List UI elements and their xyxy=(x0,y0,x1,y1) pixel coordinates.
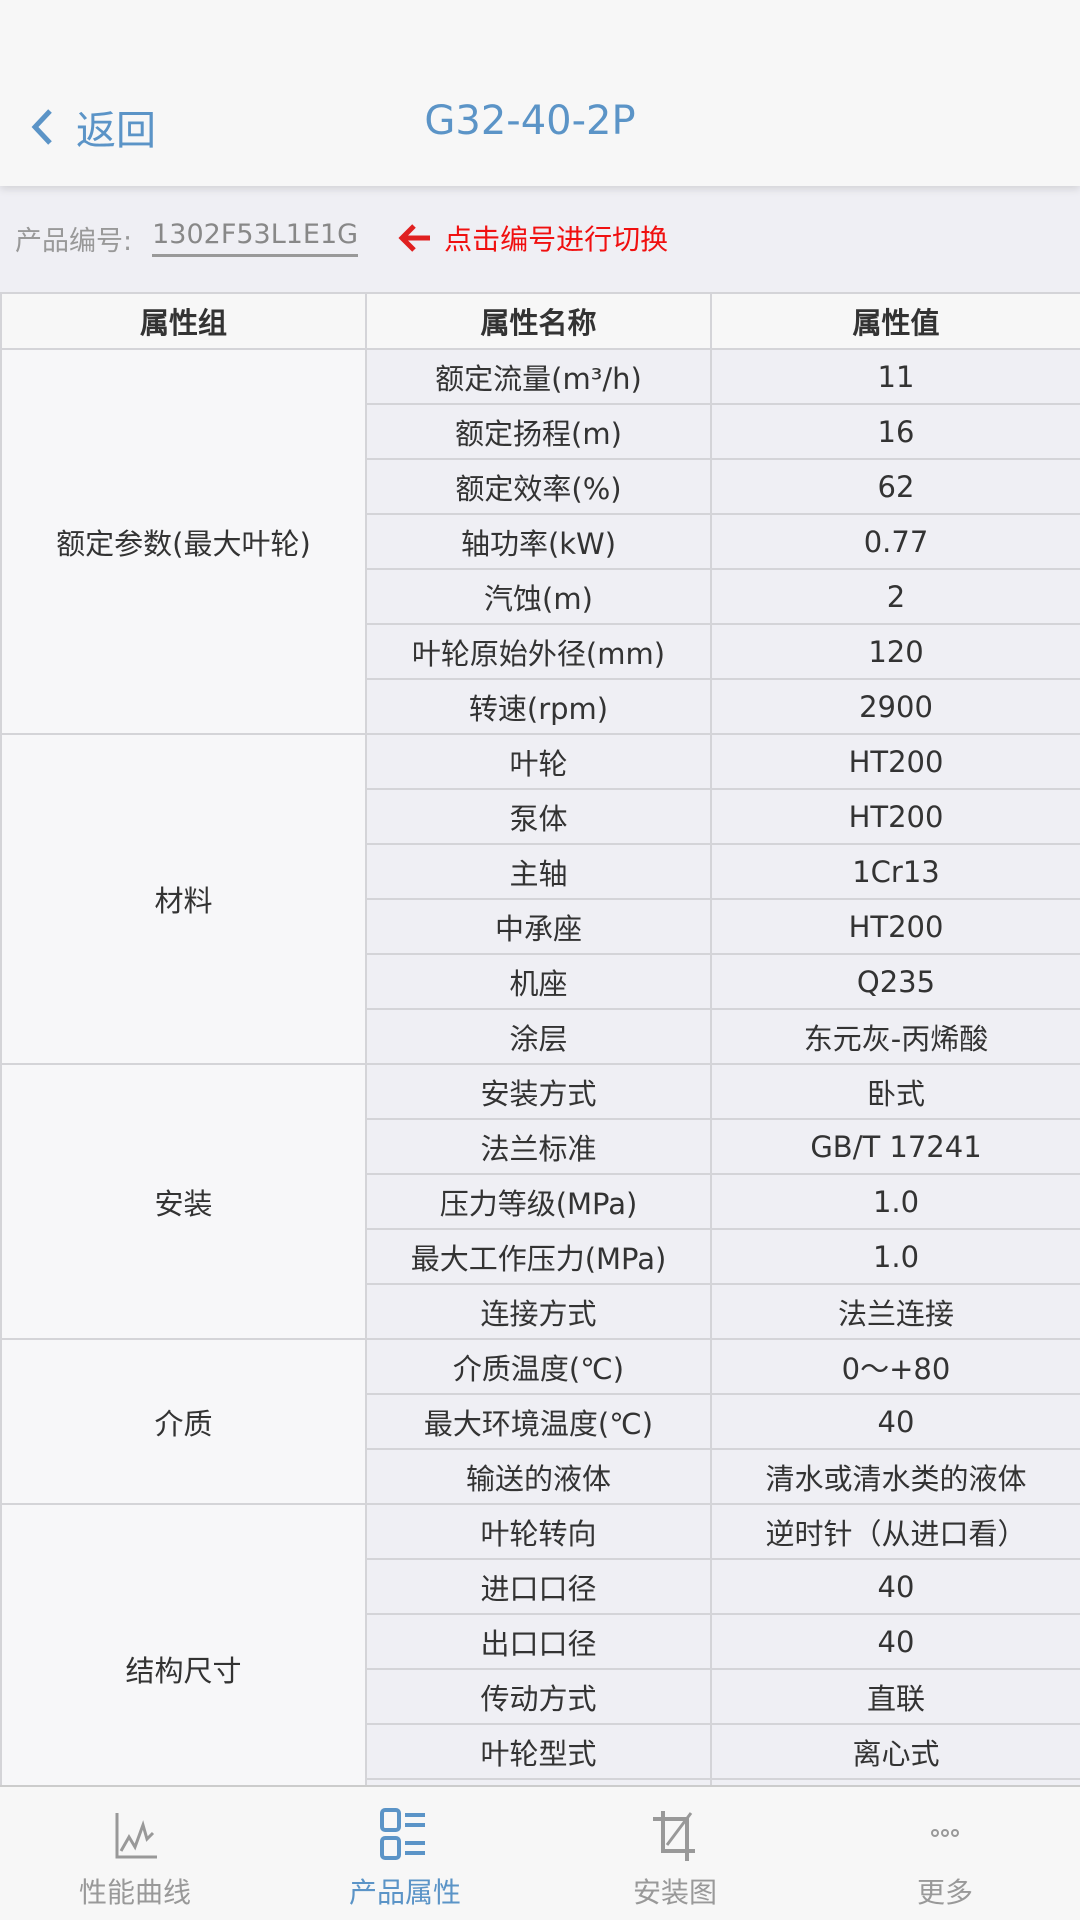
tab-label: 产品属性 xyxy=(348,1876,461,1909)
attribute-value-cell: 0.77 xyxy=(710,513,1080,570)
page-title: G32-40-2P xyxy=(424,98,636,144)
tab-label: 安装图 xyxy=(632,1876,717,1909)
list-icon xyxy=(380,1808,425,1860)
column-header-group: 属性组 xyxy=(0,292,367,350)
bottom-tab-bar: 性能曲线 产品属性 安装图 更多 xyxy=(0,1785,1080,1920)
switch-hint: 点击编号进行切换 xyxy=(398,218,668,258)
attribute-name-cell: 机座 xyxy=(365,953,712,1010)
attribute-value-cell: 40 xyxy=(710,1613,1080,1670)
attribute-name-cell: 汽蚀(m) xyxy=(365,568,712,625)
attribute-name-cell: 叶轮转向 xyxy=(365,1503,712,1560)
hint-text: 点击编号进行切换 xyxy=(444,223,669,256)
attribute-name-cell: 介质温度(℃) xyxy=(365,1338,712,1395)
more-icon xyxy=(931,1829,959,1837)
attribute-value-cell: 0～+80 xyxy=(710,1338,1080,1395)
attribute-name-cell: 出口口径 xyxy=(365,1613,712,1670)
attribute-value-cell: 东元灰-丙烯酸 xyxy=(710,1008,1080,1065)
column-header-value: 属性值 xyxy=(710,292,1080,350)
attribute-value-cell: HT200 xyxy=(710,788,1080,845)
column-header-name: 属性名称 xyxy=(365,292,712,350)
attribute-name-cell: 传动方式 xyxy=(365,1668,712,1725)
attribute-name-cell: 进口口径 xyxy=(365,1558,712,1615)
attribute-name-cell: 法兰标准 xyxy=(365,1118,712,1175)
attribute-name-cell: 涂层 xyxy=(365,1008,712,1065)
attribute-table: 属性组 属性名称 属性值 额定参数(最大叶轮) 额定流量(m³/h) 11 额定扬程(… xyxy=(0,292,1080,1835)
table-row: 结构尺寸 叶轮转向 逆时针（从进口看） xyxy=(0,1503,1080,1835)
table-row: 材料 叶轮 HT200 xyxy=(0,733,1080,1065)
attribute-name-cell: 叶轮 xyxy=(365,733,712,790)
attribute-value-cell: 11 xyxy=(710,348,1080,405)
tab-installation-drawing[interactable]: 安装图 xyxy=(540,1787,810,1920)
attribute-value-cell: 1Cr13 xyxy=(710,843,1080,900)
product-code-row: 产品编号: 1302F53L1E1G 点击编号进行切换 xyxy=(15,218,668,258)
attribute-name-cell: 连接方式 xyxy=(365,1283,712,1340)
attribute-value-cell: 40 xyxy=(710,1558,1080,1615)
chart-line-icon xyxy=(115,1813,157,1859)
tab-product-attributes[interactable]: 产品属性 xyxy=(270,1787,540,1920)
tab-label: 性能曲线 xyxy=(78,1876,191,1909)
attribute-value-cell: 16 xyxy=(710,403,1080,460)
attribute-name-cell: 叶轮原始外径(mm) xyxy=(365,623,712,680)
product-code-label: 产品编号: xyxy=(15,225,133,257)
attribute-name-cell: 安装方式 xyxy=(365,1063,712,1120)
table-row: 额定参数(最大叶轮) 额定流量(m³/h) 11 xyxy=(0,348,1080,735)
nav-header: 返回 G32-40-2P xyxy=(0,0,1080,186)
attribute-value-cell: 清水或清水类的液体 xyxy=(710,1448,1080,1505)
attribute-name-cell: 额定流量(m³/h) xyxy=(365,348,712,405)
attribute-name-cell: 叶轮型式 xyxy=(365,1723,712,1780)
attribute-value-cell: 120 xyxy=(710,623,1080,680)
attribute-name-cell: 输送的液体 xyxy=(365,1448,712,1505)
attribute-value-cell: 1.0 xyxy=(710,1173,1080,1230)
group-cell: 介质 xyxy=(0,1338,367,1505)
attribute-value-cell: 2900 xyxy=(710,678,1080,735)
group-cell: 额定参数(最大叶轮) xyxy=(0,348,367,735)
crop-icon xyxy=(653,1811,695,1861)
attribute-name-cell: 压力等级(MPa) xyxy=(365,1173,712,1230)
attribute-value-cell: HT200 xyxy=(710,733,1080,790)
attribute-name-cell: 转速(rpm) xyxy=(365,678,712,735)
attribute-value-cell: 法兰连接 xyxy=(710,1283,1080,1340)
attribute-value-cell: 离心式 xyxy=(710,1723,1080,1780)
attribute-name-cell: 额定扬程(m) xyxy=(365,403,712,460)
table-row: 介质 介质温度(℃) 0～+80 xyxy=(0,1338,1080,1505)
group-cell: 安装 xyxy=(0,1063,367,1340)
attribute-name-cell: 额定效率(%) xyxy=(365,458,712,515)
attribute-name-cell: 轴功率(kW) xyxy=(365,513,712,570)
group-cell: 材料 xyxy=(0,733,367,1065)
attribute-value-cell: 40 xyxy=(710,1393,1080,1450)
attribute-value-cell: 62 xyxy=(710,458,1080,515)
table-header-row: 属性组 属性名称 属性值 xyxy=(0,292,1080,350)
attribute-name-cell: 中承座 xyxy=(365,898,712,955)
arrow-left-icon xyxy=(398,224,431,252)
attribute-name-cell: 主轴 xyxy=(365,843,712,900)
attribute-value-cell: 逆时针（从进口看） xyxy=(710,1503,1080,1560)
attribute-value-cell: HT200 xyxy=(710,898,1080,955)
attribute-value-cell: GB/T 17241 xyxy=(710,1118,1080,1175)
tab-more[interactable]: 更多 xyxy=(810,1787,1080,1920)
attribute-value-cell: 1.0 xyxy=(710,1228,1080,1285)
attribute-value-cell: 卧式 xyxy=(710,1063,1080,1120)
attribute-name-cell: 最大环境温度(℃) xyxy=(365,1393,712,1450)
attribute-value-cell: 2 xyxy=(710,568,1080,625)
attribute-value-cell: 直联 xyxy=(710,1668,1080,1725)
tab-performance-curve[interactable]: 性能曲线 xyxy=(0,1787,270,1920)
attribute-name-cell: 泵体 xyxy=(365,788,712,845)
product-code-value[interactable]: 1302F53L1E1G xyxy=(152,219,359,257)
tab-label: 更多 xyxy=(916,1876,973,1909)
table-row: 安装 安装方式 卧式 xyxy=(0,1063,1080,1340)
attribute-name-cell: 最大工作压力(MPa) xyxy=(365,1228,712,1285)
attribute-value-cell: Q235 xyxy=(710,953,1080,1010)
